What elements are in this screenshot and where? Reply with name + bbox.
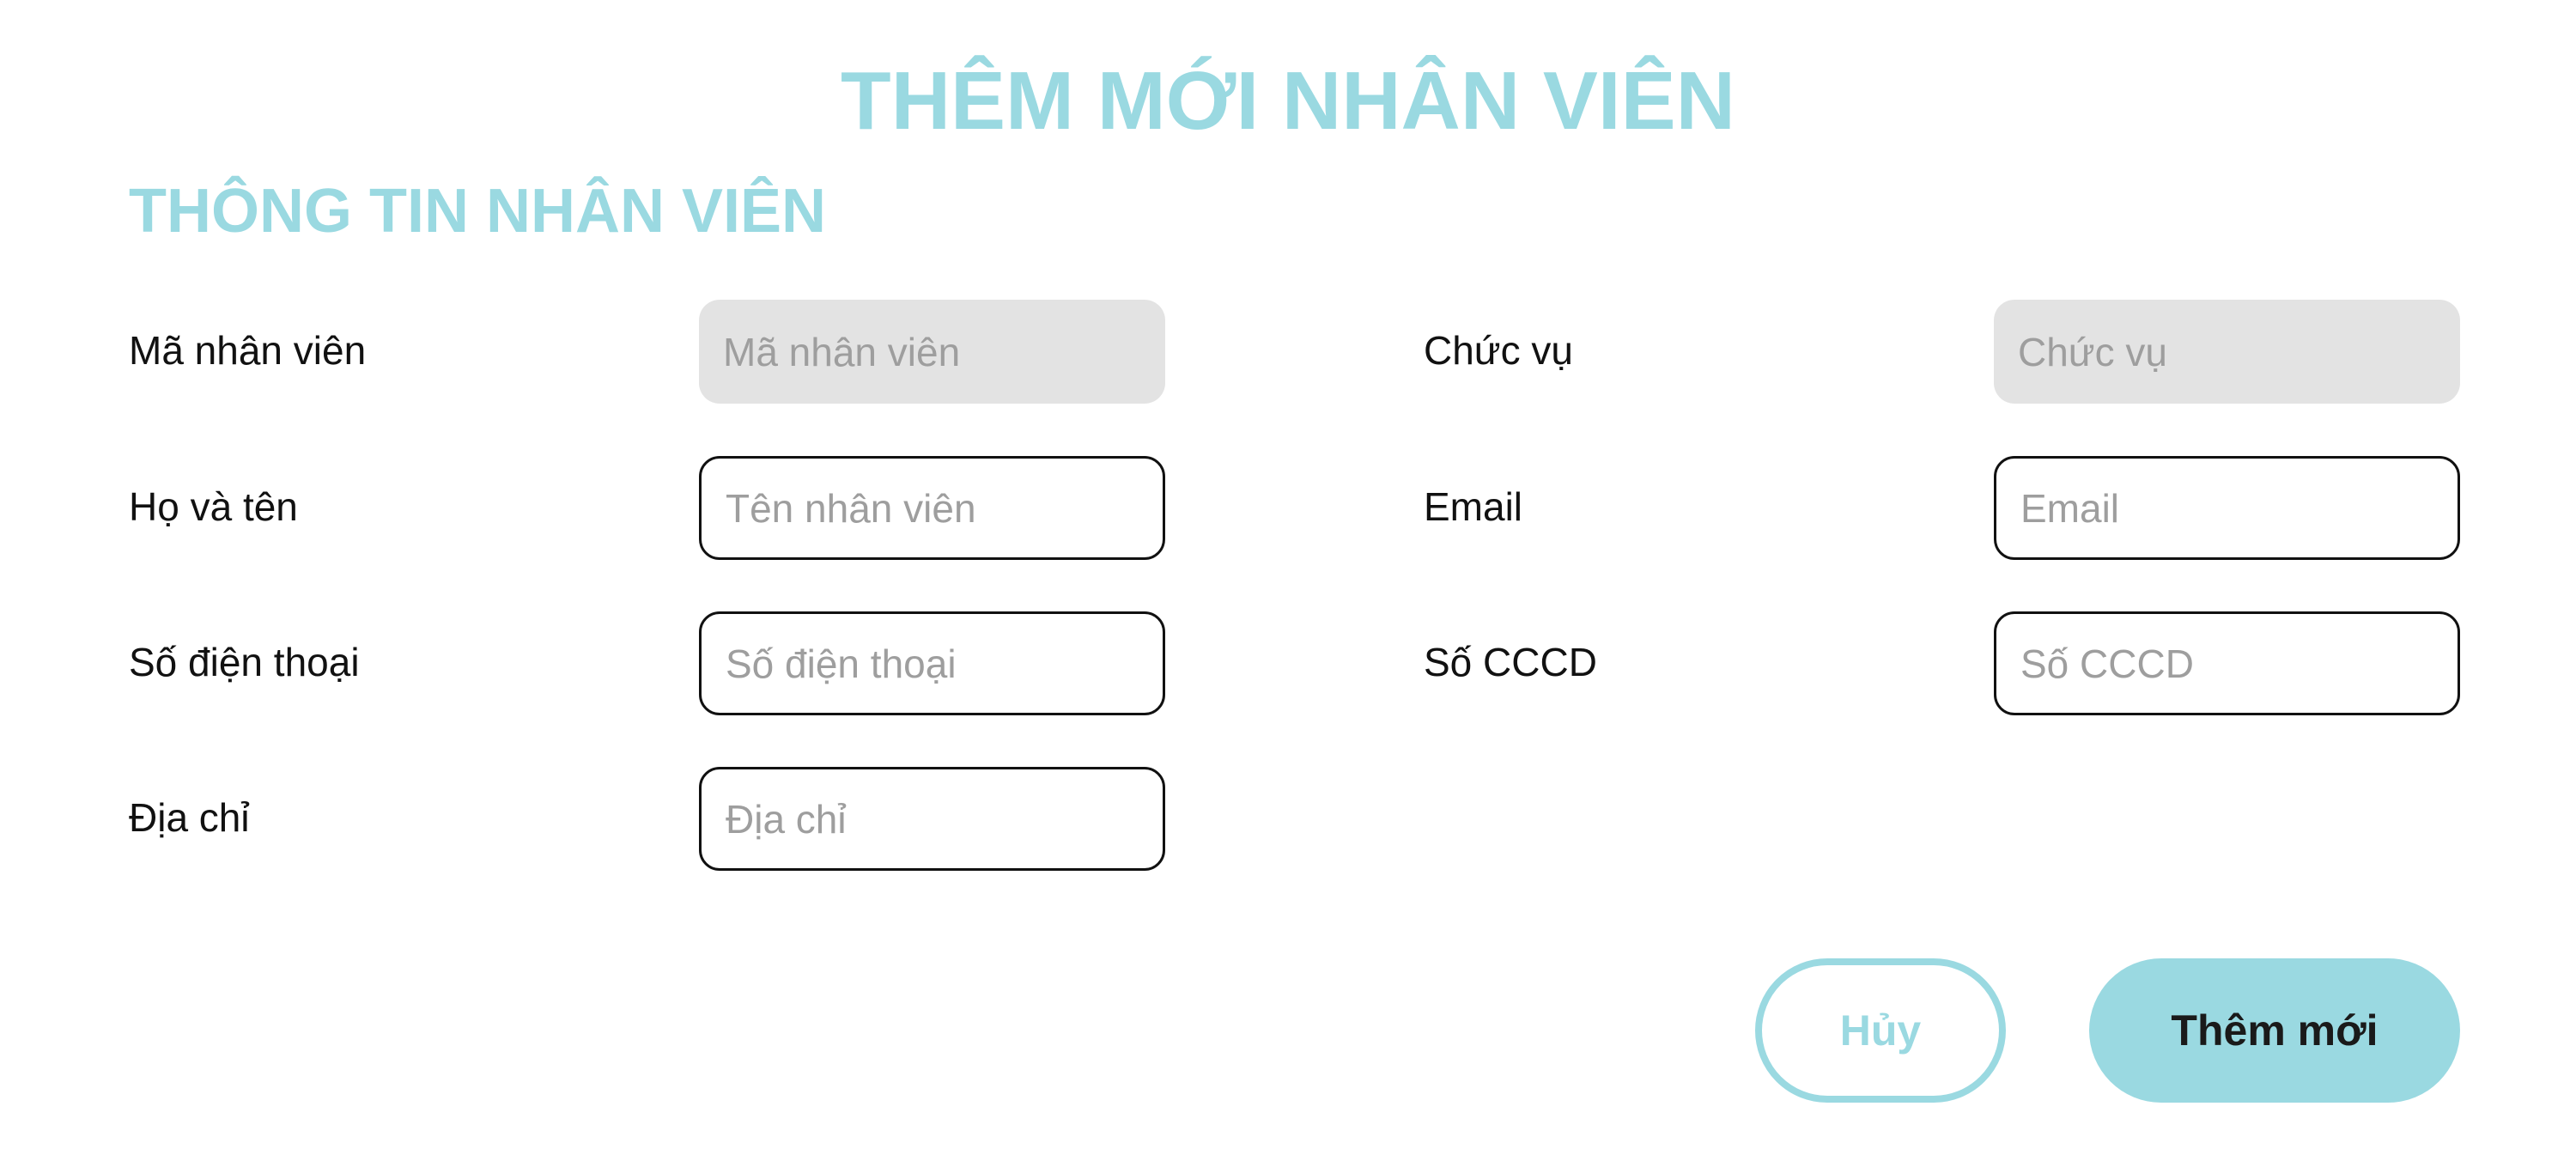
- phone-field[interactable]: [699, 611, 1165, 715]
- address-label: Địa chỉ: [129, 795, 250, 840]
- position-field[interactable]: [1994, 300, 2460, 404]
- full-name-field[interactable]: [699, 456, 1165, 560]
- employee-code-field[interactable]: [699, 300, 1165, 404]
- email-field[interactable]: [1994, 456, 2460, 560]
- section-title: THÔNG TIN NHÂN VIÊN: [129, 177, 827, 246]
- cancel-button[interactable]: Hủy: [1755, 958, 2006, 1103]
- phone-label: Số điện thoại: [129, 640, 360, 684]
- page-title: THÊM MỚI NHÂN VIÊN: [841, 55, 1735, 147]
- employee-code-label: Mã nhân viên: [129, 328, 367, 373]
- citizen-id-field[interactable]: [1994, 611, 2460, 715]
- full-name-label: Họ và tên: [129, 484, 298, 529]
- citizen-id-label: Số CCCD: [1424, 640, 1597, 684]
- position-label: Chức vụ: [1424, 328, 1573, 373]
- add-new-button[interactable]: Thêm mới: [2089, 958, 2460, 1103]
- email-label: Email: [1424, 484, 1523, 529]
- address-field[interactable]: [699, 767, 1165, 871]
